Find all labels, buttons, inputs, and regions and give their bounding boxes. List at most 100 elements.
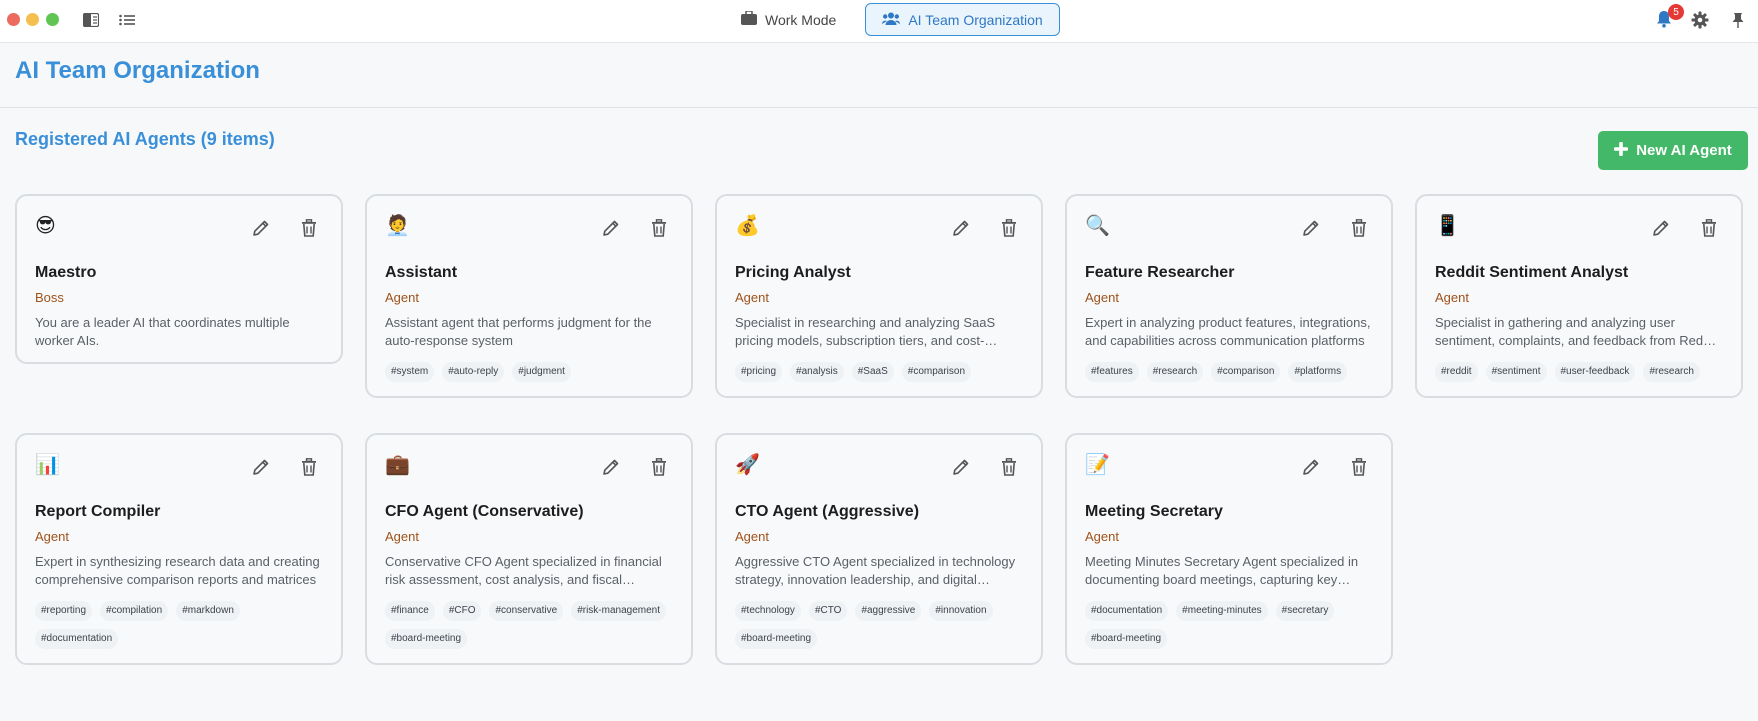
agent-description: Aggressive CTO Agent specialized in tech… (735, 554, 1016, 587)
agent-card-5[interactable]: 📊 Report Compiler Agent Expert in synthe… (15, 433, 343, 665)
agent-role: Agent (735, 529, 769, 544)
edit-icon[interactable] (251, 457, 271, 477)
gear-icon[interactable] (1691, 11, 1709, 29)
agent-card-1[interactable]: 🧑‍💼 Assistant Agent Assistant agent that… (365, 194, 693, 398)
agent-tag: #secretary (1275, 601, 1335, 621)
notification-count-badge: 5 (1668, 4, 1684, 20)
agent-card-7[interactable]: 🚀 CTO Agent (Aggressive) Agent Aggressiv… (715, 433, 1043, 665)
trash-icon[interactable] (999, 218, 1019, 238)
card-actions (601, 457, 669, 477)
agent-tags: #documentation #meeting-minutes #secretary… (1085, 601, 1373, 649)
agent-card-6[interactable]: 💼 CFO Agent (Conservative) Agent Conserv… (365, 433, 693, 665)
card-actions (251, 457, 319, 477)
agent-tag: #sentiment (1485, 362, 1547, 382)
window-maximize-button[interactable] (46, 13, 59, 26)
trash-icon[interactable] (999, 457, 1019, 477)
agent-description: Assistant agent that performs judgment f… (385, 315, 652, 348)
trash-icon[interactable] (1349, 218, 1369, 238)
edit-icon[interactable] (951, 457, 971, 477)
pin-icon[interactable] (1729, 11, 1747, 29)
edit-icon[interactable] (1301, 218, 1321, 238)
agent-card-0[interactable]: 😎 Maestro Boss You are a leader AI that … (15, 194, 343, 364)
agent-tag: #SaaS (851, 362, 894, 382)
tab-work-mode-label: Work Mode (765, 11, 837, 28)
agent-description: You are a leader AI that coordinates mul… (35, 315, 290, 348)
agent-card-8[interactable]: 📝 Meeting Secretary Agent Meeting Minute… (1065, 433, 1393, 665)
agent-tag: #documentation (35, 629, 119, 649)
agent-tag: #analysis (790, 362, 844, 382)
agent-tags: #features #research #comparison #platforms (1085, 362, 1373, 382)
edit-icon[interactable] (1301, 457, 1321, 477)
agent-tag: #conservative (489, 601, 564, 621)
agent-role: Agent (385, 290, 419, 305)
agent-tags: #reddit #sentiment #user-feedback #research (1435, 362, 1723, 382)
agent-card-2[interactable]: 💰 Pricing Analyst Agent Specialist in re… (715, 194, 1043, 398)
agent-avatar-icon: 😎 (35, 215, 56, 237)
agent-avatar-icon: 💼 (385, 454, 410, 476)
trash-icon[interactable] (299, 457, 319, 477)
trash-icon[interactable] (1699, 218, 1719, 238)
edit-icon[interactable] (1651, 218, 1671, 238)
agent-card-3[interactable]: 🔍 Feature Researcher Agent Expert in ana… (1065, 194, 1393, 398)
agent-name: Pricing Analyst (735, 264, 851, 281)
agent-name: Assistant (385, 264, 458, 281)
agent-tag: #user-feedback (1554, 362, 1636, 382)
page-title: AI Team Organization (15, 57, 260, 84)
section-title: Registered AI Agents (9 items) (15, 129, 275, 149)
notifications-button[interactable]: 5 (1656, 4, 1684, 32)
tab-ai-team-organization[interactable]: AI Team Organization (865, 3, 1060, 36)
agent-tag: #pricing (735, 362, 783, 382)
agent-avatar-icon: 📱 (1435, 215, 1460, 237)
agent-description: Conservative CFO Agent specialized in fi… (385, 554, 662, 587)
edit-icon[interactable] (601, 457, 621, 477)
agent-name: Maestro (35, 264, 97, 281)
agent-avatar-icon: 🧑‍💼 (385, 215, 410, 237)
agent-tag: #innovation (929, 601, 993, 621)
tab-ai-team-organization-label: AI Team Organization (908, 11, 1043, 28)
trash-icon[interactable] (1349, 457, 1369, 477)
agent-card-4[interactable]: 📱 Reddit Sentiment Analyst Agent Special… (1415, 194, 1743, 398)
plus-icon (1614, 141, 1629, 160)
trash-icon[interactable] (649, 218, 669, 238)
agent-tag: #markdown (176, 601, 240, 621)
agent-tag: #aggressive (855, 601, 922, 621)
users-icon (882, 12, 901, 28)
sidebar-layout-icon[interactable] (82, 11, 100, 29)
agent-tag: #board-meeting (385, 629, 468, 649)
window-minimize-button[interactable] (26, 13, 39, 26)
agent-tag: #auto-reply (442, 362, 505, 382)
agent-name: Report Compiler (35, 503, 161, 520)
tab-work-mode[interactable]: Work Mode (724, 3, 853, 36)
briefcase-icon (741, 10, 757, 28)
window-close-button[interactable] (7, 13, 20, 26)
agent-description: Expert in analyzing product features, in… (1085, 315, 1371, 348)
edit-icon[interactable] (951, 218, 971, 238)
agent-role: Agent (1085, 290, 1119, 305)
edit-icon[interactable] (251, 218, 271, 238)
agent-tag: #board-meeting (1085, 629, 1168, 649)
card-actions (1301, 218, 1369, 238)
mode-tabs: Work Mode AI Team Organization (724, 3, 1060, 36)
agent-tag: #judgment (512, 362, 571, 382)
agent-tags: #reporting #compilation #markdown #document… (35, 601, 323, 649)
edit-icon[interactable] (601, 218, 621, 238)
card-actions (1301, 457, 1369, 477)
trash-icon[interactable] (649, 457, 669, 477)
card-actions (1651, 218, 1719, 238)
new-ai-agent-button[interactable]: New AI Agent (1598, 131, 1748, 170)
list-view-icon[interactable] (118, 11, 136, 29)
agent-tag: #reddit (1435, 362, 1478, 382)
card-actions (251, 218, 319, 238)
page-header: AI Team Organization (0, 43, 1758, 108)
agent-tag: #compilation (100, 601, 169, 621)
agent-card-grid: 😎 Maestro Boss You are a leader AI that … (15, 194, 1745, 665)
agent-tags: #technology #CTO #aggressive #innovation #bo… (735, 601, 1023, 649)
agent-avatar-icon: 🔍 (1085, 215, 1110, 237)
agent-description: Specialist in researching and analyzing … (735, 315, 996, 348)
agent-tag: #comparison (901, 362, 972, 382)
agent-tag: #reporting (35, 601, 93, 621)
agent-tag: #risk-management (571, 601, 666, 621)
card-actions (951, 457, 1019, 477)
trash-icon[interactable] (299, 218, 319, 238)
agent-tag: #documentation (1085, 601, 1169, 621)
